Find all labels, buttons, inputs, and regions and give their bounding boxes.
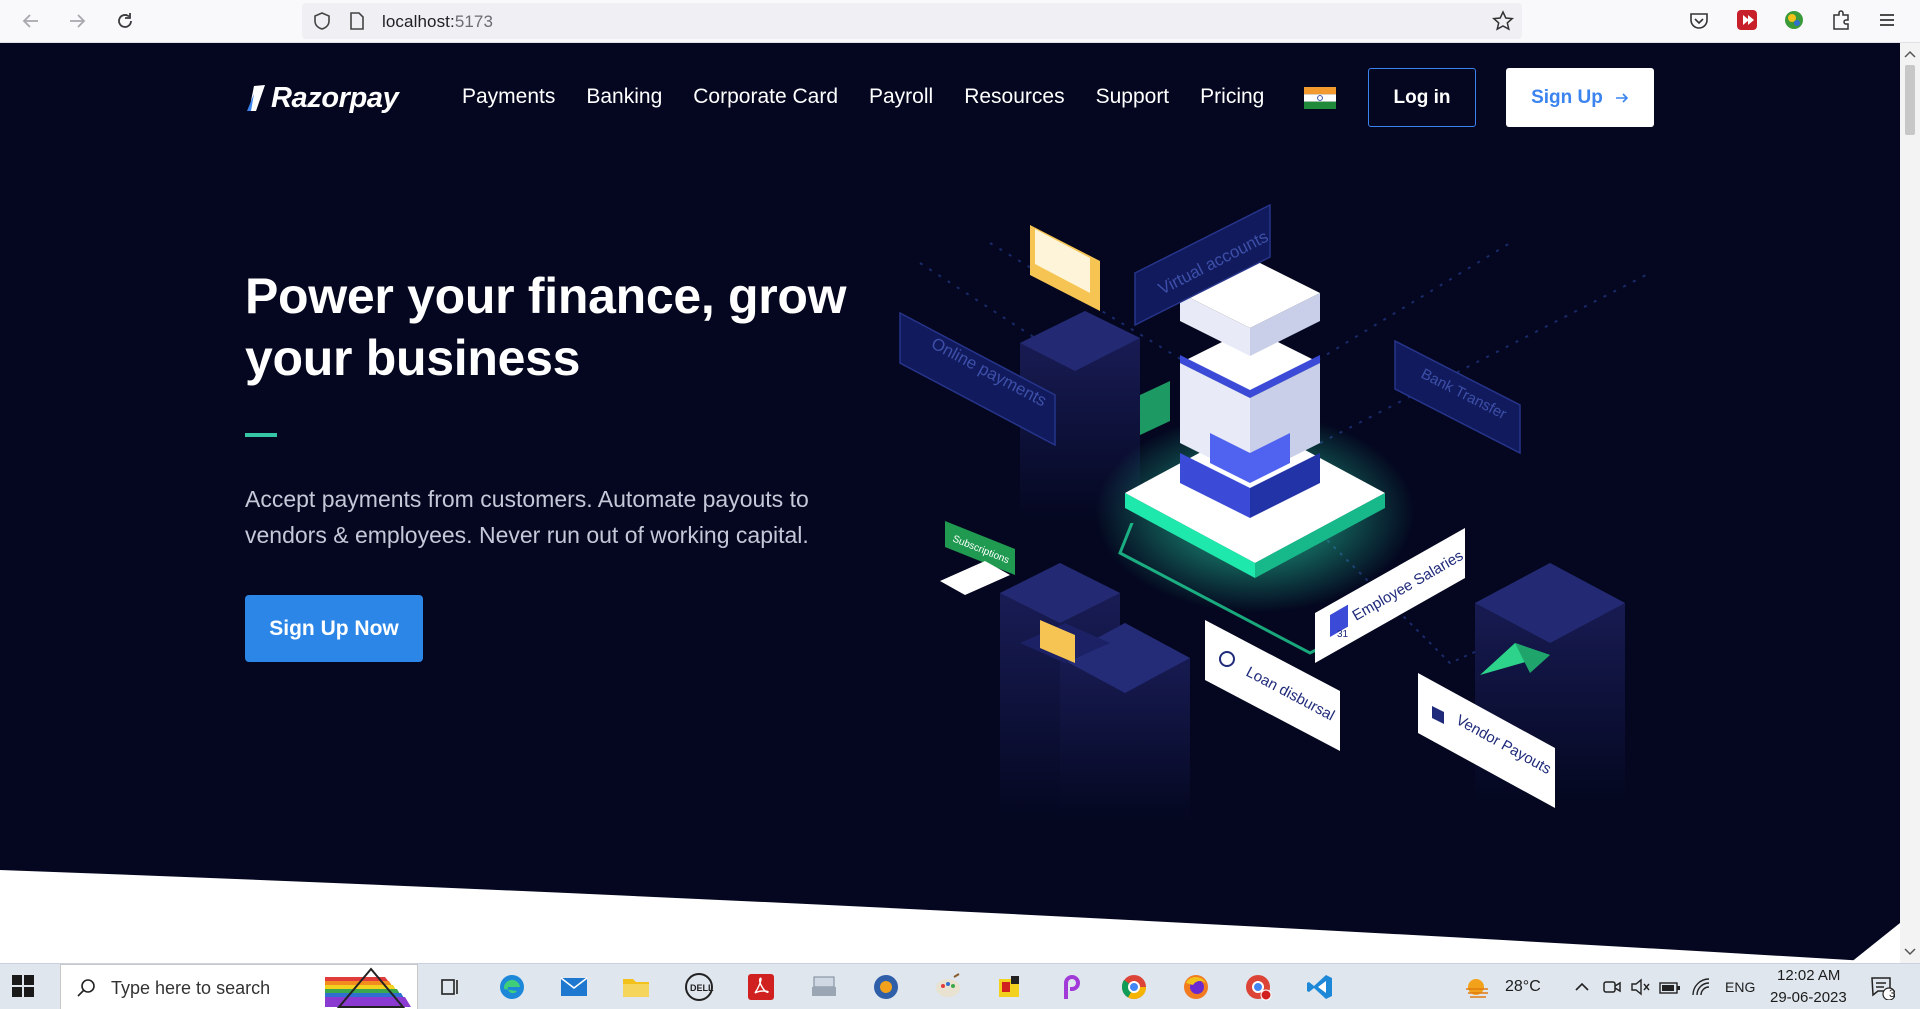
page-viewport: Razorpay Payments Banking Corporate Card… — [0, 43, 1900, 963]
picsart-icon[interactable] — [1056, 971, 1088, 1003]
hero-illustration: Virtual accounts Online payments Bank Tr… — [899, 203, 1651, 823]
volume-muted-icon[interactable] — [1624, 971, 1656, 1003]
reload-icon — [118, 13, 132, 28]
subscriptions-tag: Subscriptions — [940, 521, 1015, 595]
accent-divider — [245, 433, 277, 437]
svg-text:DELL: DELL — [690, 983, 714, 993]
arrow-right-icon — [1615, 92, 1629, 103]
page-scrollbar[interactable] — [1900, 43, 1920, 963]
scroll-up-icon[interactable] — [1900, 47, 1920, 63]
clock-time[interactable]: 12:02 AM — [1777, 967, 1840, 984]
weather-icon[interactable] — [1462, 971, 1494, 1003]
nav-pricing[interactable]: Pricing — [1200, 85, 1264, 109]
chrome-profile-icon[interactable] — [1242, 971, 1274, 1003]
extension-globe-icon[interactable] — [1783, 9, 1805, 31]
back-arrow-icon — [22, 14, 38, 28]
notifications-icon[interactable]: 3 — [1866, 971, 1898, 1003]
chrome-icon[interactable] — [1118, 971, 1150, 1003]
reload-button[interactable] — [110, 6, 140, 36]
extension-red-icon[interactable] — [1736, 9, 1758, 31]
scroll-thumb[interactable] — [1905, 65, 1915, 135]
address-bar[interactable]: localhost:5173 — [302, 3, 1522, 39]
signup-button[interactable]: Sign Up — [1506, 68, 1654, 127]
edge-icon[interactable] — [496, 971, 528, 1003]
forward-button[interactable] — [62, 6, 92, 36]
browser-toolbar: localhost:5173 — [0, 0, 1920, 43]
menu-hamburger-icon[interactable] — [1876, 9, 1898, 31]
nav-banking[interactable]: Banking — [586, 85, 662, 109]
wifi-icon[interactable] — [1686, 971, 1718, 1003]
language-indicator[interactable]: ENG — [1725, 979, 1755, 995]
paint-icon[interactable] — [932, 971, 964, 1003]
hero-title: Power your finance, grow your business — [245, 268, 847, 386]
search-placeholder: Type here to search — [111, 978, 271, 998]
url-text[interactable]: localhost:5173 — [382, 12, 493, 32]
battery-icon[interactable] — [1654, 971, 1686, 1003]
cta-label: Sign Up Now — [269, 616, 399, 640]
razorpay-logo[interactable]: Razorpay — [245, 81, 399, 115]
calendar-day: 31 — [1337, 629, 1349, 640]
signup-label: Sign Up — [1531, 86, 1603, 108]
page-icon — [348, 11, 366, 31]
login-label: Log in — [1393, 86, 1451, 108]
task-view-icon[interactable] — [434, 971, 466, 1003]
windows-taskbar: Type here to search DELL 28°C ENG 12:02 … — [0, 963, 1920, 1009]
acrobat-icon[interactable] — [745, 971, 777, 1003]
windows-start-icon[interactable] — [12, 975, 34, 1002]
chevron-up-icon[interactable] — [1566, 971, 1598, 1003]
app-folder-icon[interactable] — [994, 971, 1026, 1003]
pocket-icon[interactable] — [1688, 10, 1710, 32]
media-player-icon[interactable] — [870, 971, 902, 1003]
logo-text: Razorpay — [271, 81, 399, 114]
scanner-icon[interactable] — [808, 971, 840, 1003]
nav-payments[interactable]: Payments — [462, 85, 555, 109]
nav-corporate-card[interactable]: Corporate Card — [693, 85, 838, 109]
extensions-puzzle-icon[interactable] — [1830, 9, 1852, 31]
forward-arrow-icon — [70, 14, 86, 28]
search-highlight-icon — [325, 967, 411, 1008]
notification-count: 3 — [1889, 988, 1896, 1000]
dell-icon[interactable]: DELL — [683, 971, 715, 1003]
weather-temp[interactable]: 28°C — [1505, 978, 1541, 996]
nav-payroll[interactable]: Payroll — [869, 85, 933, 109]
search-icon — [77, 979, 95, 997]
nav-support[interactable]: Support — [1096, 85, 1170, 109]
mail-icon[interactable] — [558, 971, 590, 1003]
login-button[interactable]: Log in — [1368, 68, 1476, 127]
file-explorer-icon[interactable] — [620, 971, 652, 1003]
razorpay-logo-icon — [247, 85, 265, 111]
hero-subtitle: Accept payments from customers. Automate… — [245, 486, 809, 548]
main-nav: Payments Banking Corporate Card Payroll … — [462, 85, 1295, 109]
clock-date[interactable]: 29-06-2023 — [1770, 989, 1847, 1006]
shield-icon[interactable] — [312, 11, 332, 31]
india-flag-icon[interactable] — [1304, 87, 1336, 109]
nav-resources[interactable]: Resources — [964, 85, 1064, 109]
scroll-down-icon[interactable] — [1900, 943, 1920, 959]
back-button[interactable] — [16, 6, 46, 36]
vscode-icon[interactable] — [1304, 971, 1336, 1003]
signup-now-button[interactable]: Sign Up Now — [245, 595, 423, 662]
bank-transfer-tag: Bank Transfer — [1394, 339, 1521, 455]
taskbar-search-box[interactable]: Type here to search — [60, 964, 418, 1009]
bookmark-star-icon[interactable] — [1492, 10, 1514, 32]
firefox-icon[interactable] — [1180, 971, 1212, 1003]
